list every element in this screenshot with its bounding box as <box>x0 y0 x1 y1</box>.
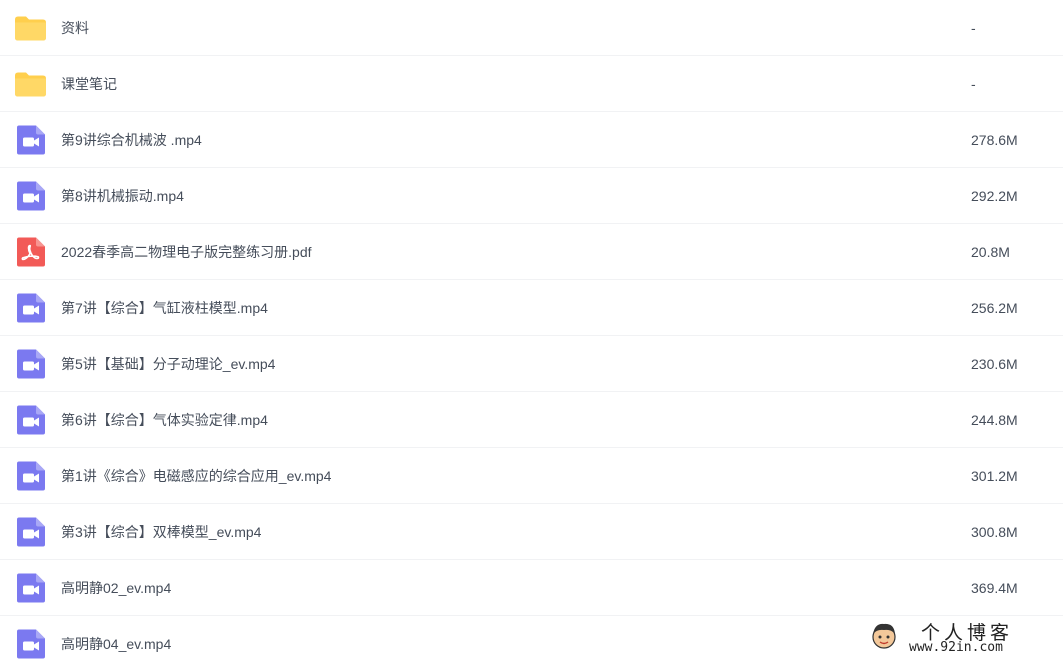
file-name: 第3讲【综合】双棒模型_ev.mp4 <box>61 504 261 560</box>
file-row[interactable]: 资料 - <box>0 0 1063 56</box>
file-row[interactable]: 第7讲【综合】气缸液柱模型.mp4 256.2M <box>0 280 1063 336</box>
file-size: 256.2M <box>971 280 1018 336</box>
file-row[interactable]: 第3讲【综合】双棒模型_ev.mp4 300.8M <box>0 504 1063 560</box>
file-size: 244.8M <box>971 392 1018 448</box>
file-name: 课堂笔记 <box>61 56 117 112</box>
file-name: 第7讲【综合】气缸液柱模型.mp4 <box>61 280 268 336</box>
video-icon <box>14 291 47 324</box>
file-row[interactable]: 高明静02_ev.mp4 369.4M <box>0 560 1063 616</box>
watermark: 个人博客 www.92in.com <box>869 618 1047 658</box>
file-size: - <box>971 0 976 56</box>
folder-icon <box>14 11 47 44</box>
folder-icon <box>14 67 47 100</box>
file-row[interactable]: 课堂笔记 - <box>0 56 1063 112</box>
file-name: 高明静04_ev.mp4 <box>61 616 171 672</box>
video-icon <box>14 179 47 212</box>
file-name: 第6讲【综合】气体实验定律.mp4 <box>61 392 268 448</box>
file-name: 2022春季高二物理电子版完整练习册.pdf <box>61 224 312 280</box>
file-size: 369.4M <box>971 560 1018 616</box>
file-name: 第9讲综合机械波 .mp4 <box>61 112 202 168</box>
file-row[interactable]: 第1讲《综合》电磁感应的综合应用_ev.mp4 301.2M <box>0 448 1063 504</box>
file-size: 292.2M <box>971 168 1018 224</box>
file-row[interactable]: 第8讲机械振动.mp4 292.2M <box>0 168 1063 224</box>
file-row[interactable]: 第9讲综合机械波 .mp4 278.6M <box>0 112 1063 168</box>
video-icon <box>14 459 47 492</box>
file-list: 资料 - 课堂笔记 - 第9讲综合机械波 .mp4 278.6M 第8讲机械振动… <box>0 0 1063 672</box>
video-icon <box>14 403 47 436</box>
video-icon <box>14 347 47 380</box>
file-name: 第5讲【基础】分子动理论_ev.mp4 <box>61 336 275 392</box>
video-icon <box>14 123 47 156</box>
file-name: 资料 <box>61 0 89 56</box>
file-name: 第8讲机械振动.mp4 <box>61 168 184 224</box>
file-size: 300.8M <box>971 504 1018 560</box>
file-size: 230.6M <box>971 336 1018 392</box>
video-icon <box>14 571 47 604</box>
video-icon <box>14 628 47 661</box>
watermark-url: www.92in.com <box>909 640 1003 655</box>
video-icon <box>14 515 47 548</box>
file-size: - <box>971 56 976 112</box>
file-size: 20.8M <box>971 224 1010 280</box>
pdf-icon <box>14 235 47 268</box>
file-size: 301.2M <box>971 448 1018 504</box>
file-size: 278.6M <box>971 112 1018 168</box>
file-name: 第1讲《综合》电磁感应的综合应用_ev.mp4 <box>61 448 331 504</box>
file-row[interactable]: 第6讲【综合】气体实验定律.mp4 244.8M <box>0 392 1063 448</box>
file-row[interactable]: 2022春季高二物理电子版完整练习册.pdf 20.8M <box>0 224 1063 280</box>
cartoon-face-icon <box>869 621 899 651</box>
file-name: 高明静02_ev.mp4 <box>61 560 171 616</box>
file-row[interactable]: 第5讲【基础】分子动理论_ev.mp4 230.6M <box>0 336 1063 392</box>
